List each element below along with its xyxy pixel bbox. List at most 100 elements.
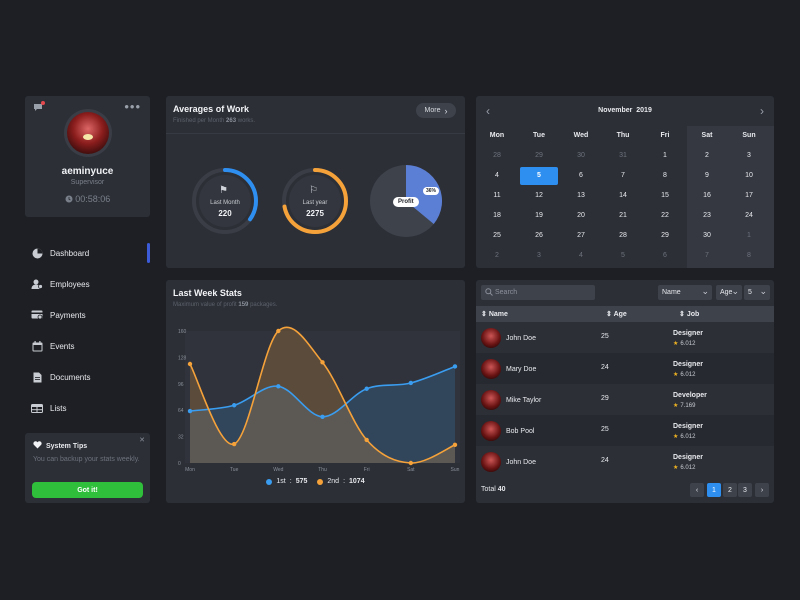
avatar[interactable]: [64, 109, 112, 157]
sidebar-item-employees[interactable]: Employees: [31, 276, 90, 292]
calendar-day[interactable]: 18: [476, 206, 518, 226]
more-button[interactable]: More ›: [416, 103, 456, 118]
calendar-day[interactable]: 17: [728, 186, 770, 206]
data-point-1st[interactable]: [408, 380, 414, 386]
age-select[interactable]: Age ⌄: [716, 285, 742, 300]
search-input[interactable]: Search: [481, 285, 595, 300]
x-tick-label: Sat: [407, 467, 415, 473]
data-point-2nd[interactable]: [231, 441, 237, 447]
notification-dot: [41, 101, 45, 105]
data-point-1st[interactable]: [231, 403, 237, 408]
pagination-page[interactable]: 2: [723, 483, 737, 497]
calendar-day[interactable]: 6: [644, 246, 686, 266]
calendar-day[interactable]: 15: [644, 186, 686, 206]
calendar-day[interactable]: 21: [602, 206, 644, 226]
calendar-day[interactable]: 27: [560, 226, 602, 246]
got-it-button[interactable]: Got it!: [32, 482, 143, 498]
table-row[interactable]: John Doe 25 Designer ★ 6.012: [476, 322, 774, 353]
table-row[interactable]: Bob Pool 25 Designer ★ 6.012: [476, 415, 774, 446]
calendar-day[interactable]: 31: [602, 146, 644, 166]
chevron-right-icon[interactable]: ›: [760, 104, 764, 118]
calendar-day[interactable]: 7: [686, 246, 728, 266]
calendar-day[interactable]: 2: [686, 146, 728, 166]
calendar-day-number: 4: [495, 172, 499, 179]
calendar-day[interactable]: 12: [518, 186, 560, 206]
calendar-day[interactable]: 3: [518, 246, 560, 266]
calendar-week-row: 28 29 30 31 1 2 3: [476, 146, 774, 166]
data-point-2nd[interactable]: [276, 328, 281, 334]
calendar-day[interactable]: 13: [560, 186, 602, 206]
data-point-1st[interactable]: [320, 414, 325, 419]
calendar-day[interactable]: 20: [560, 206, 602, 226]
y-tick-label: 96: [178, 382, 184, 388]
calendar-day[interactable]: 29: [518, 146, 560, 166]
calendar-day-selected[interactable]: 5: [518, 166, 560, 186]
pagination-page[interactable]: 3: [738, 483, 752, 497]
sidebar-item-payments[interactable]: Payments: [31, 307, 86, 323]
legend-item-1st[interactable]: 1st: 575: [266, 478, 307, 485]
column-header-age[interactable]: ⇕ Age: [606, 310, 627, 318]
calendar-day[interactable]: 4: [476, 166, 518, 186]
calendar-day[interactable]: 28: [476, 146, 518, 166]
calendar-day[interactable]: 4: [560, 246, 602, 266]
calendar-day[interactable]: 6: [560, 166, 602, 186]
calendar-day[interactable]: 29: [644, 226, 686, 246]
calendar-day[interactable]: 24: [728, 206, 770, 226]
calendar-day[interactable]: 30: [686, 226, 728, 246]
calendar-day[interactable]: 19: [518, 206, 560, 226]
star-icon: ★: [673, 372, 679, 378]
ring-last-year: ⚐ Last year 2275: [280, 166, 350, 236]
calendar-day[interactable]: 30: [560, 146, 602, 166]
calendar-day-number: 24: [745, 212, 753, 219]
table-row[interactable]: Mike Taylor 29 Developer ★ 7.169: [476, 384, 774, 415]
calendar-day[interactable]: 1: [644, 146, 686, 166]
sidebar-item-lists[interactable]: Lists: [31, 400, 66, 416]
data-point-2nd[interactable]: [320, 360, 325, 365]
data-point-1st[interactable]: [187, 408, 193, 414]
more-options-icon[interactable]: •••: [124, 99, 141, 114]
pagination-prev[interactable]: ‹: [690, 483, 704, 497]
column-header-job[interactable]: ⇕ Job: [679, 310, 699, 318]
sidebar-item-dashboard[interactable]: Dashboard: [31, 245, 89, 261]
calendar-day[interactable]: 10: [728, 166, 770, 186]
close-icon[interactable]: ✕: [139, 436, 145, 444]
table-row[interactable]: John Doe 24 Designer ★ 6.012: [476, 446, 774, 477]
calendar-day[interactable]: 5: [602, 246, 644, 266]
column-header-name[interactable]: ⇕ Name: [481, 310, 508, 318]
data-point-1st[interactable]: [364, 386, 369, 391]
pagination-next[interactable]: ›: [755, 483, 769, 497]
calendar-day[interactable]: 23: [686, 206, 728, 226]
data-point-1st[interactable]: [452, 364, 458, 369]
calendar-day-number: 11: [493, 192, 501, 199]
data-point-1st[interactable]: [276, 384, 281, 389]
data-point-2nd[interactable]: [408, 460, 414, 466]
sidebar-item-events[interactable]: Events: [31, 338, 74, 354]
chat-icon[interactable]: [33, 101, 45, 114]
table-row[interactable]: Mary Doe 24 Designer ★ 6.012: [476, 353, 774, 384]
calendar-day[interactable]: 11: [476, 186, 518, 206]
calendar-day[interactable]: 22: [644, 206, 686, 226]
calendar-day[interactable]: 8: [644, 166, 686, 186]
data-point-2nd[interactable]: [452, 442, 458, 448]
calendar-day[interactable]: 7: [602, 166, 644, 186]
calendar-day-number: 28: [493, 152, 501, 159]
calendar-day[interactable]: 8: [728, 246, 770, 266]
calendar-day[interactable]: 26: [518, 226, 560, 246]
pagination-page[interactable]: 1: [707, 483, 721, 497]
calendar-day-number: 1: [747, 232, 751, 239]
data-point-2nd[interactable]: [364, 437, 369, 443]
calendar-day[interactable]: 9: [686, 166, 728, 186]
calendar-day[interactable]: 16: [686, 186, 728, 206]
calendar-day[interactable]: 1: [728, 226, 770, 246]
calendar-day[interactable]: 14: [602, 186, 644, 206]
calendar-day[interactable]: 2: [476, 246, 518, 266]
calendar-day[interactable]: 25: [476, 226, 518, 246]
legend-item-2nd[interactable]: 2nd: 1074: [317, 478, 365, 485]
cell-job: Designer: [673, 330, 703, 337]
page-size-select[interactable]: 5 ⌄: [744, 285, 770, 300]
calendar-day[interactable]: 28: [602, 226, 644, 246]
calendar-day[interactable]: 3: [728, 146, 770, 166]
sidebar-item-documents[interactable]: Documents: [31, 369, 90, 385]
data-point-2nd[interactable]: [187, 361, 193, 367]
sort-select[interactable]: Name ⌄: [658, 285, 712, 300]
